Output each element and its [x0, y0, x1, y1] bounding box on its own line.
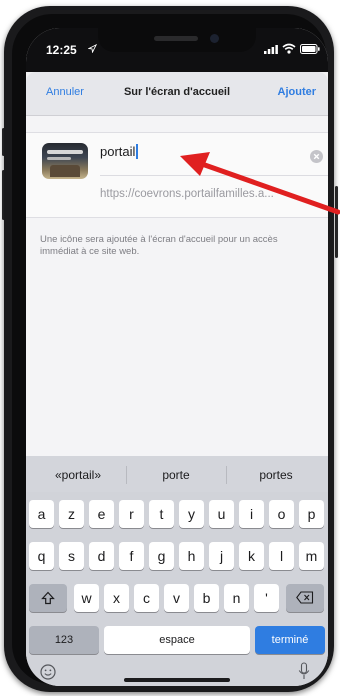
key-m[interactable]: m — [299, 542, 324, 570]
keyboard: «portail» porte portes a z e r t y u i o… — [26, 456, 328, 686]
key-u[interactable]: u — [209, 500, 234, 528]
suggestion-divider — [226, 466, 227, 484]
key-v[interactable]: v — [164, 584, 189, 612]
emoji-icon[interactable] — [40, 664, 56, 680]
delete-key[interactable] — [286, 584, 324, 612]
numbers-key[interactable]: 123 — [29, 626, 99, 654]
suggestion-3[interactable]: portes — [230, 468, 322, 482]
info-description: Une icône sera ajoutée à l'écran d'accue… — [40, 234, 278, 257]
suggestion-divider — [126, 466, 127, 484]
key-g[interactable]: g — [149, 542, 174, 570]
key-t[interactable]: t — [149, 500, 174, 528]
key-i[interactable]: i — [239, 500, 264, 528]
key-j[interactable]: j — [209, 542, 234, 570]
key-h[interactable]: h — [179, 542, 204, 570]
key-a[interactable]: a — [29, 500, 54, 528]
key-n[interactable]: n — [224, 584, 249, 612]
suggestion-bar: «portail» porte portes — [26, 456, 328, 492]
space-key[interactable]: espace — [104, 626, 250, 654]
phone-screen: 12:25 Annuler Sur l'écran d'accueil Ajou… — [26, 28, 328, 686]
site-thumbnail — [42, 143, 88, 179]
bookmark-name-value: portail — [100, 144, 136, 159]
key-x[interactable]: x — [104, 584, 129, 612]
earpiece-speaker — [154, 36, 198, 41]
wifi-icon — [282, 43, 296, 54]
microphone-icon[interactable] — [298, 662, 310, 680]
add-button[interactable]: Ajouter — [278, 86, 317, 98]
suggestion-2[interactable]: porte — [130, 468, 222, 482]
key-o[interactable]: o — [269, 500, 294, 528]
key-e[interactable]: e — [89, 500, 114, 528]
thumbnail-figure — [50, 165, 80, 177]
sheet-nav-bar: Annuler Sur l'écran d'accueil Ajouter — [26, 72, 328, 116]
key-d[interactable]: d — [89, 542, 114, 570]
key-c[interactable]: c — [134, 584, 159, 612]
front-camera — [210, 34, 219, 43]
key-f[interactable]: f — [119, 542, 144, 570]
suggestion-1[interactable]: «portail» — [32, 468, 124, 482]
phone-bezel: 12:25 Annuler Sur l'écran d'accueil Ajou… — [12, 14, 328, 686]
phone-frame: 12:25 Annuler Sur l'écran d'accueil Ajou… — [4, 6, 334, 692]
key-k[interactable]: k — [239, 542, 264, 570]
key-y[interactable]: y — [179, 500, 204, 528]
shift-icon — [41, 591, 55, 605]
key-b[interactable]: b — [194, 584, 219, 612]
text-cursor — [136, 144, 139, 159]
home-indicator[interactable] — [124, 678, 230, 682]
key-z[interactable]: z — [59, 500, 84, 528]
key-p[interactable]: p — [299, 500, 324, 528]
red-annotation-arrow-icon — [180, 152, 340, 215]
key-q[interactable]: q — [29, 542, 54, 570]
key-s[interactable]: s — [59, 542, 84, 570]
key-l[interactable]: l — [269, 542, 294, 570]
shift-key[interactable] — [29, 584, 67, 612]
cellular-signal-icon — [264, 45, 278, 54]
thumbnail-header — [47, 150, 83, 154]
thumbnail-subheader — [47, 157, 71, 160]
battery-icon — [300, 44, 320, 54]
delete-icon — [296, 591, 314, 604]
phone-notch — [98, 28, 256, 52]
key-r[interactable]: r — [119, 500, 144, 528]
done-key[interactable]: terminé — [255, 626, 325, 654]
location-arrow-icon — [88, 44, 97, 53]
key-apostrophe[interactable]: ' — [254, 584, 279, 612]
status-time: 12:25 — [46, 43, 77, 57]
key-w[interactable]: w — [74, 584, 99, 612]
